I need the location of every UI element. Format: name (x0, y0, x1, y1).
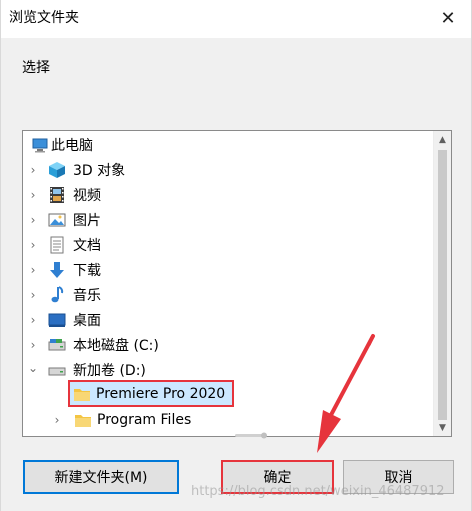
close-button[interactable]: ✕ (429, 0, 467, 36)
new-folder-button[interactable]: 新建文件夹(M) (23, 460, 179, 494)
dialog-prompt: 选择 (22, 60, 50, 76)
ok-button[interactable]: 确定 (221, 460, 334, 494)
drive-c-icon (48, 336, 66, 354)
chevron-right-icon[interactable]: › (27, 188, 39, 202)
tree-item-drive-c[interactable]: › 本地磁盘 (C:) (23, 333, 434, 357)
tree-item-label: 下载 (73, 263, 101, 279)
tree-item-drive-d[interactable]: ⌄ 新加卷 (D:) (23, 358, 434, 382)
3d-objects-icon (48, 161, 66, 179)
resize-grip-icon (231, 428, 271, 442)
tree-item-label: Program Files (97, 412, 192, 428)
cancel-button[interactable]: 取消 (343, 460, 454, 494)
tree-scrollbar[interactable]: ▲ ▼ (433, 131, 451, 436)
tree-item-program-files[interactable]: › Program Files (23, 408, 434, 432)
chevron-right-icon[interactable]: › (27, 213, 39, 227)
tree-item-label: 图片 (73, 213, 101, 229)
tree-item-label: 音乐 (73, 288, 101, 304)
tree-item-label: 新加卷 (D:) (73, 363, 146, 379)
tree-item-videos[interactable]: › 视频 (23, 183, 434, 207)
browse-folder-dialog: 浏览文件夹 ✕ 选择 此电脑 › 3D 对象 › 视频 › 图片 › 文档 › … (0, 0, 472, 511)
scroll-down-icon[interactable]: ▼ (434, 419, 451, 436)
downloads-icon (48, 261, 66, 279)
desktop-icon (48, 311, 66, 329)
chevron-right-icon[interactable]: › (27, 163, 39, 177)
tree-item-music[interactable]: › 音乐 (23, 283, 434, 307)
chevron-right-icon[interactable]: › (27, 338, 39, 352)
folder-icon (74, 411, 92, 429)
pictures-icon (48, 211, 66, 229)
selected-item-label: Premiere Pro 2020 (96, 385, 226, 402)
title-bar: 浏览文件夹 ✕ (1, 0, 471, 38)
tree-item-this-pc[interactable]: 此电脑 (23, 133, 434, 157)
tree-item-downloads[interactable]: › 下载 (23, 258, 434, 282)
videos-icon (48, 186, 66, 204)
window-title: 浏览文件夹 (9, 10, 79, 26)
tree-item-documents[interactable]: › 文档 (23, 233, 434, 257)
tree-item-label: 视频 (73, 188, 101, 204)
chevron-right-icon[interactable]: › (27, 238, 39, 252)
scroll-up-icon[interactable]: ▲ (434, 131, 451, 148)
chevron-down-icon[interactable]: ⌄ (27, 361, 39, 375)
selected-item-overlay[interactable]: Premiere Pro 2020 (73, 382, 233, 405)
tree-item-label: 此电脑 (51, 138, 93, 154)
chevron-right-icon[interactable]: › (51, 413, 63, 427)
chevron-right-icon[interactable]: › (27, 313, 39, 327)
chevron-right-icon[interactable]: › (27, 288, 39, 302)
chevron-right-icon[interactable]: › (27, 263, 39, 277)
scrollbar-thumb[interactable] (438, 150, 447, 420)
drive-d-icon (48, 361, 66, 379)
close-icon: ✕ (440, 7, 456, 29)
tree-item-label: 3D 对象 (73, 163, 126, 179)
tree-item-label: 桌面 (73, 313, 101, 329)
music-icon (48, 286, 66, 304)
documents-icon (48, 236, 66, 254)
folder-icon (73, 385, 91, 403)
tree-item-3d-objects[interactable]: › 3D 对象 (23, 158, 434, 182)
tree-item-desktop[interactable]: › 桌面 (23, 308, 434, 332)
tree-item-pictures[interactable]: › 图片 (23, 208, 434, 232)
tree-item-label: 本地磁盘 (C:) (73, 338, 159, 354)
computer-icon (31, 136, 49, 154)
tree-item-label: 文档 (73, 238, 101, 254)
